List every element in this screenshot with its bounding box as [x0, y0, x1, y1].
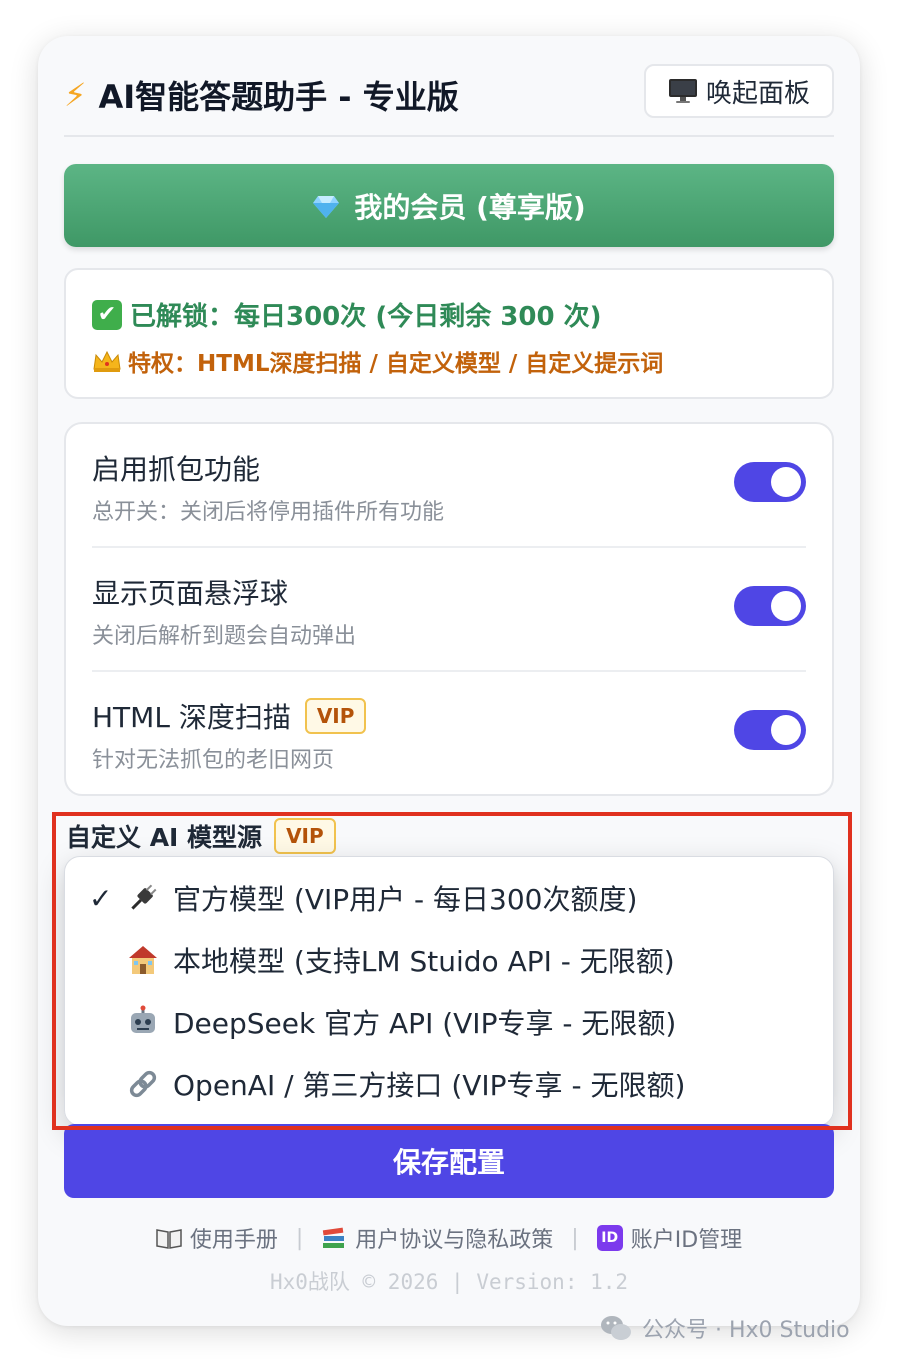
id-icon: ID — [596, 1225, 623, 1251]
toggle-description: 针对无法抓包的老旧网页 — [92, 748, 335, 773]
wake-panel-label: 唤起面板 — [705, 78, 810, 109]
books-icon — [323, 1227, 345, 1248]
toggle-row-deep-scan: HTML 深度扫描 VIP 针对无法抓包的老旧网页 — [92, 672, 806, 796]
switch-knob — [771, 467, 801, 497]
watermark-text: 公众号 · Hx0 Studio — [642, 1318, 850, 1343]
wake-panel-button[interactable]: 唤起面板 — [643, 64, 834, 118]
header-divider — [64, 135, 834, 137]
account-id-label: 账户ID管理 — [630, 1228, 743, 1253]
footer-links: 使用手册 | 用户协议与隐私政策 | ID 账户ID管理 — [38, 1222, 860, 1254]
popup-panel: ⚡ AI智能答题助手 - 专业版 唤起面板 我的会员 (尊享版) ✔ 已解锁：每… — [38, 36, 860, 1326]
toggle-label: 启用抓包功能 — [92, 448, 260, 488]
manual-link-label: 使用手册 — [189, 1228, 278, 1253]
vip-badge: VIP — [304, 698, 367, 734]
watermark: 公众号 · Hx0 Studio — [600, 1312, 850, 1344]
settings-toggles: 启用抓包功能 总开关：关闭后将停用插件所有功能 显示页面悬浮球 关闭后解析到题会… — [64, 422, 834, 796]
floating-ball-toggle-switch[interactable] — [734, 586, 806, 626]
copyright-text: Hx0战队 © 2026 | Version: 1.2 — [269, 1270, 629, 1294]
footer-separator: | — [571, 1225, 579, 1251]
toggle-label: HTML 深度扫描 VIP — [92, 696, 367, 736]
header: ⚡ AI智能答题助手 - 专业版 唤起面板 — [64, 64, 834, 136]
privilege-status: 特权：HTML深度扫描 / 自定义模型 / 自定义提示词 — [92, 344, 663, 378]
wechat-icon — [601, 1316, 631, 1340]
unlock-status: ✔ 已解锁：每日300次 (今日剩余 300 次) — [92, 296, 601, 333]
membership-label: 我的会员 (尊享版) — [354, 190, 586, 224]
toggle-label-text: 显示页面悬浮球 — [92, 577, 289, 610]
toggle-description: 关闭后解析到题会自动弹出 — [92, 624, 357, 649]
membership-button[interactable]: 我的会员 (尊享版) — [64, 164, 834, 247]
toggle-row-capture: 启用抓包功能 总开关：关闭后将停用插件所有功能 — [92, 424, 806, 548]
highlight-annotation-box — [52, 812, 852, 1130]
toggle-description: 总开关：关闭后将停用插件所有功能 — [92, 500, 445, 525]
footer-separator: | — [295, 1225, 304, 1251]
toggle-label-text: 启用抓包功能 — [92, 453, 261, 486]
switch-knob — [771, 591, 801, 621]
page-title: ⚡ AI智能答题助手 - 专业版 — [64, 72, 459, 118]
account-id-link[interactable]: ID 账户ID管理 — [596, 1222, 743, 1254]
lightning-icon: ⚡ — [64, 76, 87, 114]
save-config-button[interactable]: 保存配置 — [64, 1124, 834, 1198]
monitor-icon — [668, 79, 697, 103]
toggle-label: 显示页面悬浮球 — [92, 572, 288, 612]
policy-link-label: 用户协议与隐私政策 — [355, 1228, 554, 1253]
deep-scan-toggle-switch[interactable] — [734, 710, 806, 750]
book-icon — [156, 1229, 182, 1249]
check-mark-icon: ✔ — [92, 299, 122, 330]
title-text: AI智能答题助手 - 专业版 — [98, 78, 459, 116]
policy-link[interactable]: 用户协议与隐私政策 — [321, 1222, 553, 1254]
switch-knob — [771, 715, 801, 745]
diamond-icon — [313, 195, 340, 218]
crown-icon — [93, 350, 121, 372]
toggle-row-floating-ball: 显示页面悬浮球 关闭后解析到题会自动弹出 — [92, 548, 806, 672]
unlock-status-text: 已解锁：每日300次 (今日剩余 300 次) — [130, 302, 602, 332]
capture-toggle-switch[interactable] — [734, 462, 806, 502]
privilege-text: 特权：HTML深度扫描 / 自定义模型 / 自定义提示词 — [128, 351, 664, 377]
manual-link[interactable]: 使用手册 — [156, 1222, 278, 1254]
toggle-label-text: HTML 深度扫描 — [92, 701, 291, 734]
status-panel: ✔ 已解锁：每日300次 (今日剩余 300 次) 特权：HTML深度扫描 / … — [64, 268, 834, 399]
